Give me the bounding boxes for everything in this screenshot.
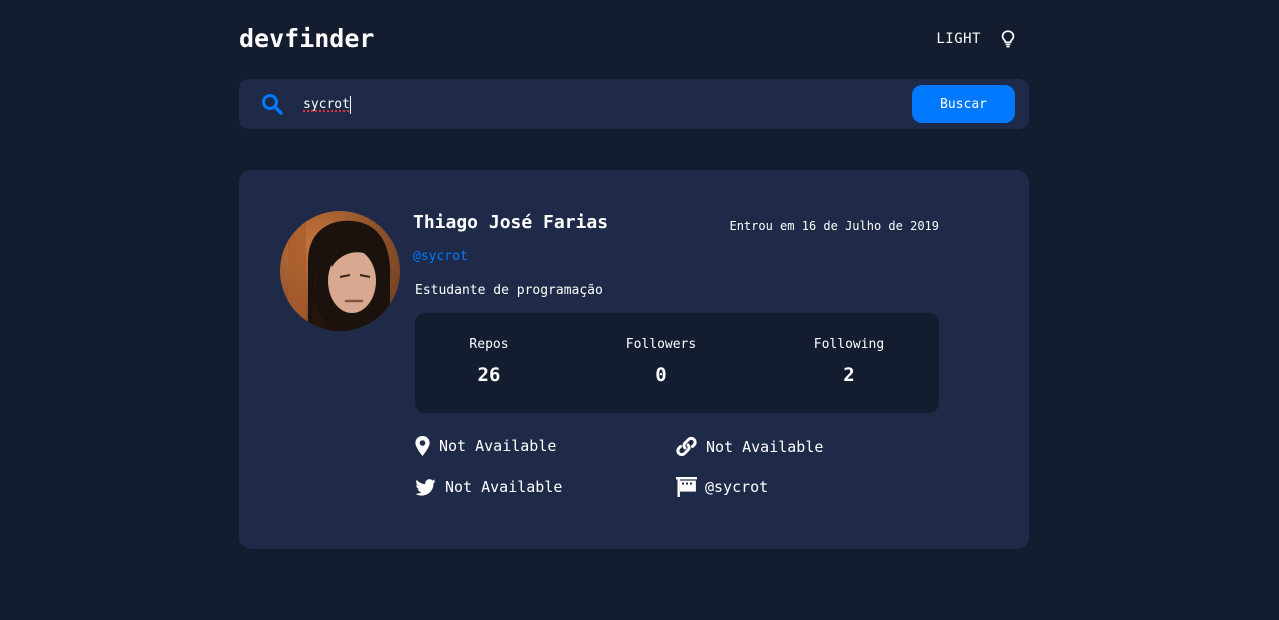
profile-card: Thiago José Farias Entrou em 16 de Julho… [239,170,1029,549]
search-bar: Buscar [239,79,1029,129]
location-text: Not Available [439,437,557,455]
building-icon [676,477,697,497]
lightbulb-icon[interactable] [1001,30,1015,48]
theme-toggle-label[interactable]: LIGHT [936,31,981,47]
theme-toggle[interactable]: LIGHT [936,30,1015,48]
stats-panel: Repos 26 Followers 0 Following 2 [415,313,939,413]
blog-info[interactable]: Not Available [676,436,823,457]
company-text: @sycrot [705,477,769,496]
profile-name: Thiago José Farias [413,212,609,233]
spellcheck-underline [303,110,350,112]
twitter-text: Not Available [445,478,563,496]
link-icon [676,436,697,457]
stat-value: 26 [477,364,501,386]
stat-repos: Repos 26 [460,337,518,386]
app-logo: devfinder [239,24,375,53]
stat-label: Repos [469,337,509,352]
stat-label: Following [813,337,885,352]
blog-text: Not Available [706,437,824,456]
profile-login-link[interactable]: @sycrot [413,249,468,264]
location-info: Not Available [415,436,556,456]
stat-label: Followers [625,337,697,352]
search-input[interactable] [303,91,903,117]
stat-value: 0 [655,364,667,386]
stat-following: Following 2 [809,337,889,386]
stat-value: 2 [843,364,855,386]
twitter-icon [415,478,436,496]
location-pin-icon [415,436,430,456]
header: devfinder LIGHT [239,22,1029,58]
company-info: @sycrot [676,476,768,497]
avatar [280,211,400,331]
profile-bio: Estudante de programação [415,283,603,298]
search-icon [262,94,283,115]
text-caret [350,96,351,114]
joined-date: Entrou em 16 de Julho de 2019 [729,219,939,233]
search-button[interactable]: Buscar [912,85,1015,123]
stat-followers: Followers 0 [621,337,701,386]
twitter-info[interactable]: Not Available [415,478,562,496]
